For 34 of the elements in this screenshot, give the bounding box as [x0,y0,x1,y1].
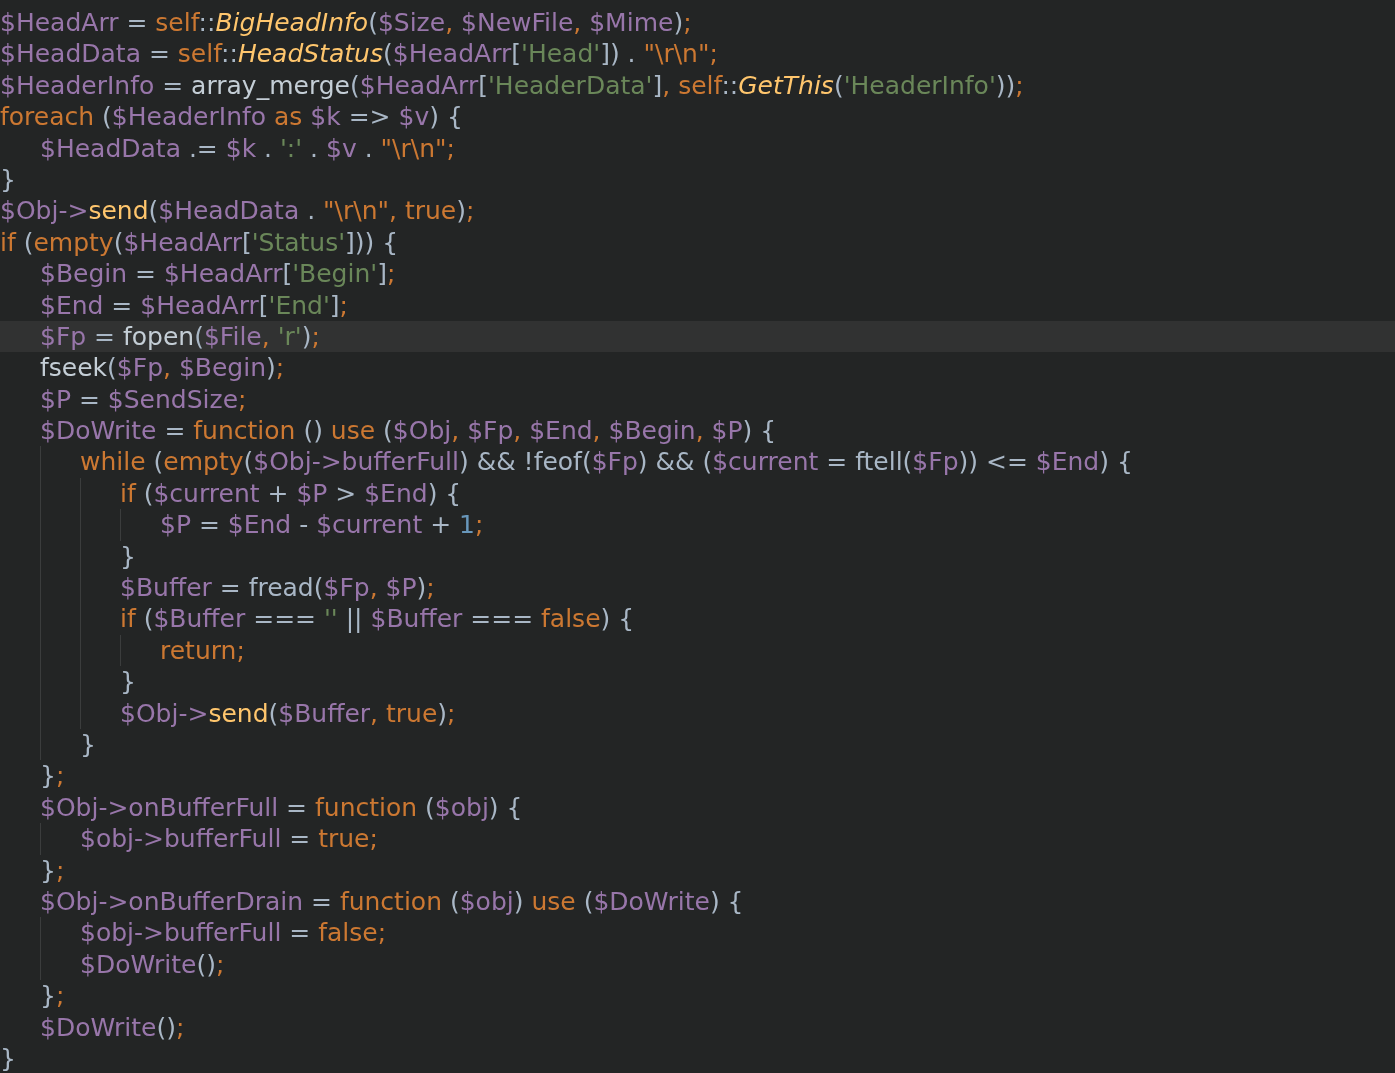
code-line: return; [160,634,245,667]
code-line: $DoWrite(); [40,1011,185,1043]
code-line: $HeaderInfo = array_merge($HeadArr['HeaderData'], self::GetThis('HeaderInfo')); [0,69,1024,102]
code-line: } [0,1042,16,1073]
code-line: $Fp = fopen($File, 'r'); [40,320,320,353]
code-line: } [80,729,96,761]
code-line: } [120,540,136,573]
code-line: $P = $End - $current + 1; [160,509,484,541]
code-line: }; [40,760,65,792]
code-line: $HeadArr = self::BigHeadInfo($Size, $NewFile, $Mime); [0,7,692,39]
code-line: $DoWrite = function () use ($Obj, $Fp, $End, $Begin, $P) { [40,415,777,447]
code-line: $Obj->send($Buffer, true); [120,697,456,729]
code-line: while (empty($Obj->bufferFull) && !feof($Fp) && ($current = ftell($Fp)) <= $End) { [80,446,1133,478]
code-line: $Obj->onBufferDrain = function ($obj) use ($DoWrite) { [40,885,744,918]
code-line: if ($Buffer === '' || $Buffer === false) { [120,603,635,635]
code-line: $HeadData .= $k . ':' . $v . "\r\n"; [40,132,455,164]
code-line: $Obj->send($HeadData . "\r\n", true); [0,195,475,227]
code-line: $HeadData = self::HeadStatus($HeadArr['Head']) . "\r\n"; [0,38,718,70]
code-line: $Begin = $HeadArr['Begin']; [40,258,396,290]
code-line: } [0,163,16,196]
code-line: }; [40,980,65,1012]
code-line: if (empty($HeadArr['Status'])) { [0,226,399,259]
code-line: if ($current + $P > $End) { [120,477,462,510]
code-line: $obj->bufferFull = false; [80,917,387,949]
code-line: } [120,666,136,698]
code-line: $DoWrite(); [80,948,225,981]
code-line: }; [40,854,65,886]
code-line: $Buffer = fread($Fp, $P); [120,572,435,604]
code-line: fseek($Fp, $Begin); [40,352,285,384]
code-line: foreach ($HeaderInfo as $k => $v) { [0,101,463,133]
code-line: $P = $SendSize; [40,383,247,416]
code-line: $Obj->onBufferFull = function ($obj) { [40,791,523,824]
code-line: $obj->bufferFull = true; [80,823,378,855]
code-line: $End = $HeadArr['End']; [40,289,348,321]
